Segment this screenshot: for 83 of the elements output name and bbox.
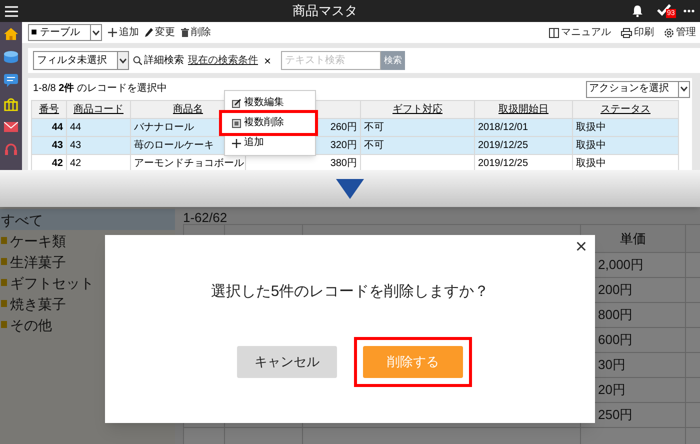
menu-icon[interactable]	[5, 6, 18, 16]
view-select[interactable]: ■ テーブル	[28, 24, 102, 41]
folder-icon	[1, 321, 7, 328]
table-cell: 不可	[364, 140, 384, 150]
column-header[interactable]: 単価	[620, 230, 646, 246]
clear-button[interactable]: ×	[262, 54, 274, 66]
category-item[interactable]: ギフトセット	[0, 272, 175, 293]
envelope-icon[interactable]	[4, 122, 18, 132]
record-count: 1-62/62	[183, 211, 228, 224]
database-icon[interactable]	[4, 51, 18, 63]
book-icon	[549, 28, 559, 38]
gear-icon	[664, 28, 674, 38]
caret-icon	[119, 58, 127, 64]
folder-icon	[1, 258, 7, 265]
toolbar-link[interactable]: 管理	[664, 28, 696, 38]
table-cell: 380円	[330, 158, 357, 168]
table-cell: 250円	[598, 407, 633, 422]
table-cell: 2019/12/25	[478, 158, 528, 168]
table-cell: 800円	[598, 307, 633, 322]
close-button[interactable]: ×	[575, 237, 587, 257]
caret-icon	[92, 30, 100, 36]
printer-icon	[621, 28, 632, 38]
table-cell: 不可	[364, 122, 384, 132]
pencil-icon	[145, 28, 153, 37]
folder-icon	[1, 300, 7, 307]
table-cell: 320円	[330, 140, 357, 150]
delete-icon	[232, 118, 241, 128]
filter-select[interactable]: フィルタ未選択	[33, 51, 129, 70]
table-cell: 30円	[598, 357, 626, 372]
table-cell: 600円	[598, 332, 633, 347]
category-item[interactable]: ケーキ類	[0, 230, 175, 251]
category-item[interactable]: その他	[0, 314, 175, 335]
category-item[interactable]: すべて	[0, 209, 175, 230]
plus-icon	[232, 138, 241, 148]
table-cell: 2019/12/25	[478, 140, 528, 150]
toolbar-link[interactable]: マニュアル	[549, 28, 611, 38]
table-cell: 44	[70, 122, 82, 132]
folder-icon	[1, 237, 7, 244]
table-cell: 取扱中	[576, 122, 606, 132]
table-cell: 20円	[598, 382, 626, 397]
detail-search-button[interactable]: 詳細検索	[133, 56, 184, 66]
cancel-button[interactable]: キャンセル	[237, 346, 337, 378]
edit-icon	[232, 98, 241, 108]
table-cell: 42	[52, 158, 63, 168]
dialog-message: 選択した5件のレコードを削除しますか？	[210, 284, 490, 299]
more-icon[interactable]	[683, 9, 695, 13]
action-select[interactable]: アクションを選択	[586, 80, 690, 98]
table-cell: アーモンドチョコボール	[134, 158, 244, 168]
table-cell: バナナロール	[134, 122, 194, 132]
trash-icon	[181, 28, 189, 37]
folder-icon	[1, 279, 7, 286]
page-title: 商品マスタ	[292, 2, 358, 20]
table-cell: 42	[70, 158, 82, 168]
toolbar-button[interactable]: 追加	[108, 28, 139, 38]
table-cell: 200円	[598, 282, 633, 297]
table-cell: 43	[70, 140, 82, 150]
table-cell: 取扱中	[576, 158, 606, 168]
caret-icon	[680, 86, 688, 92]
basket-icon[interactable]	[4, 98, 18, 111]
current-conditions-link[interactable]: 現在の検索条件	[188, 56, 258, 66]
table-cell: 44	[52, 122, 63, 132]
category-item[interactable]: 焼き菓子	[0, 293, 175, 314]
house-icon[interactable]	[4, 28, 18, 40]
selection-summary: 1-8/8 2件 のレコードを選択中	[33, 84, 167, 94]
down-triangle-icon	[336, 178, 364, 198]
table-cell: 取扱中	[576, 140, 606, 150]
bell-icon[interactable]	[632, 5, 643, 17]
toolbar-button[interactable]: 変更	[145, 28, 175, 38]
search-icon	[133, 56, 142, 65]
menu-item[interactable]: 複数編集	[225, 93, 315, 113]
table-cell: 260円	[330, 122, 357, 132]
category-item[interactable]: 生洋菓子	[0, 251, 175, 272]
table-cell: 43	[52, 140, 63, 150]
table-row[interactable]: 42 42 アーモンドチョコボール 380円 2019/12/25 取扱中	[32, 154, 678, 170]
chat-bubble-icon[interactable]	[4, 74, 18, 87]
toolbar-button[interactable]: 削除	[181, 28, 211, 38]
toolbar-link[interactable]: 印刷	[621, 28, 654, 38]
search-field[interactable]: テキスト検索	[281, 51, 382, 70]
table-cell: 苺のロールケーキ	[134, 140, 214, 150]
plus-icon	[108, 28, 117, 37]
table-cell: 2,000円	[598, 257, 644, 272]
column-header[interactable]: 商品名	[173, 104, 203, 114]
table-cell: 2018/12/01	[478, 122, 528, 132]
